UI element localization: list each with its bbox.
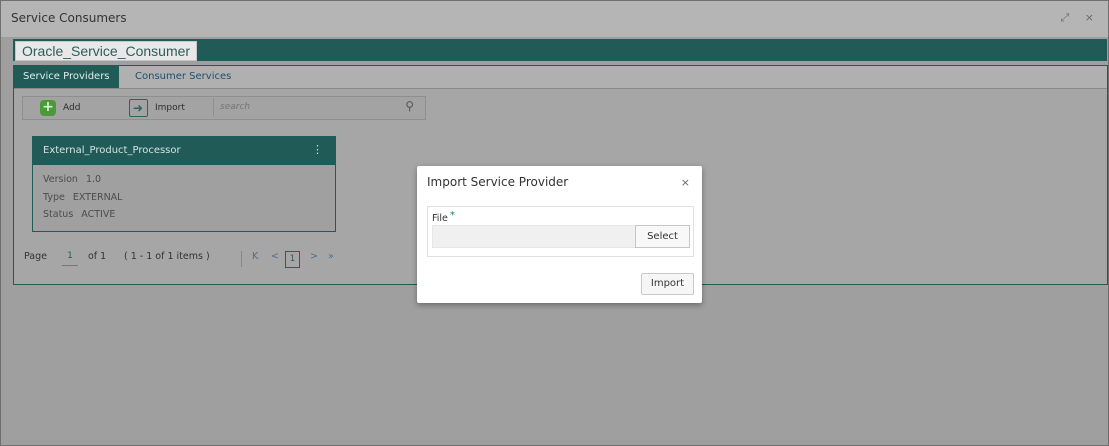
page-label: Page [24,251,47,262]
search-box: ⚲ [213,98,422,116]
consumer-name: Oracle_Service_Consumer [15,41,198,61]
plus-icon: + [40,100,56,116]
card-version-label: Version [43,174,78,185]
last-page-icon[interactable]: » [328,251,334,262]
card-header: External_Product_Processor ⋮ [33,137,335,165]
file-label-text: File [432,213,448,224]
page-number-input[interactable]: 1 [62,251,78,266]
card-type-value: EXTERNAL [72,192,123,203]
search-input[interactable] [220,100,390,114]
add-label: Add [63,103,81,113]
pagination: Page 1 of 1 ( 1 - 1 of 1 items ) K < 1 >… [24,246,384,268]
import-label: Import [155,103,185,113]
file-label: File * [432,210,455,224]
window-title: Service Consumers [11,11,127,25]
window-controls[interactable]: ⤢ × [1060,11,1100,25]
kebab-menu-icon[interactable]: ⋮ [312,143,323,156]
dialog-title: Import Service Provider [427,175,569,189]
window-titlebar: Service Consumers ⤢ × [1,1,1108,37]
card-status-value: ACTIVE [81,209,116,220]
provider-card[interactable]: External_Product_Processor ⋮ Version 1.0 … [32,136,336,232]
page-of-text: of 1 [88,251,107,262]
next-page-icon[interactable]: > [310,251,318,262]
tab-service-providers[interactable]: Service Providers [14,66,119,88]
current-page[interactable]: 1 [285,251,300,268]
import-submit-button[interactable]: Import [641,273,694,295]
card-type-label: Type [43,192,65,203]
file-input[interactable] [432,225,637,248]
select-button[interactable]: Select [635,225,690,248]
import-dialog: Import Service Provider × File * Select I… [417,166,702,303]
toolbar: + Add ➜ Import ⚲ [22,96,426,120]
card-status-label: Status [43,209,74,220]
pager-divider [241,251,242,267]
tab-consumer-services[interactable]: Consumer Services [126,66,240,88]
file-field-group: File * Select [427,206,694,257]
search-icon[interactable]: ⚲ [405,99,414,113]
required-marker: * [449,210,455,221]
consumer-header: Oracle_Service_Consumer [13,39,1107,61]
first-page-icon[interactable]: K [252,251,258,262]
import-icon: ➜ [129,99,148,117]
tab-bar: Service Providers Consumer Services [14,66,1107,89]
prev-page-icon[interactable]: < [271,251,279,262]
card-type: Type EXTERNAL [43,192,122,203]
card-status: Status ACTIVE [43,209,115,220]
card-version: Version 1.0 [43,174,101,185]
card-version-value: 1.0 [85,174,102,185]
card-title: External_Product_Processor [43,145,181,156]
page-range-text: ( 1 - 1 of 1 items ) [124,251,210,262]
close-icon[interactable]: × [681,176,690,189]
close-icon[interactable]: × [1085,11,1100,24]
resize-icon[interactable]: ⤢ [1060,11,1075,24]
